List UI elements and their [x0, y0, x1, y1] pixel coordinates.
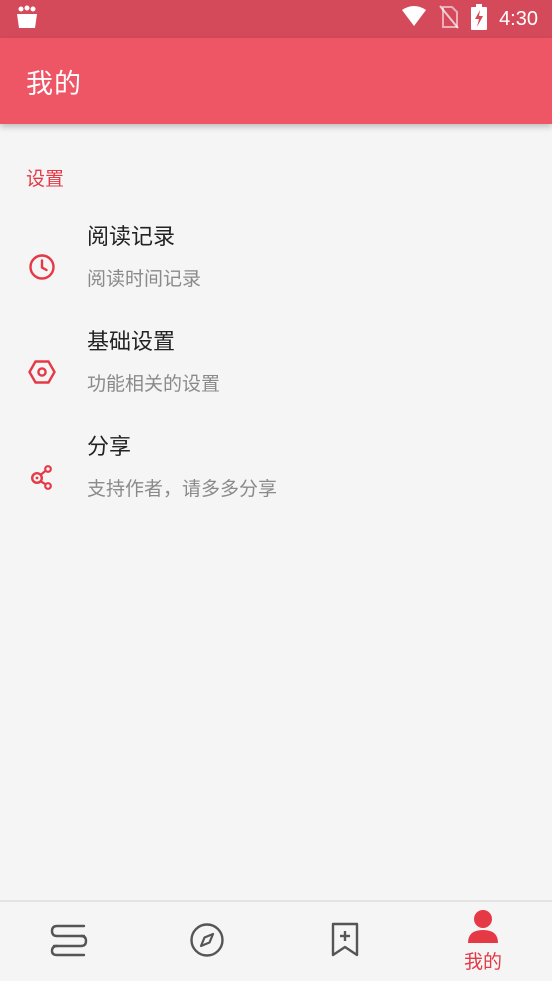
bookmark-add-icon	[330, 922, 360, 962]
status-bar: 4:30	[0, 0, 552, 38]
settings-hexagon-icon	[26, 356, 58, 388]
bookshelf-icon	[50, 923, 88, 961]
setting-item-basic-settings[interactable]: 基础设置 功能相关的设置	[0, 324, 552, 429]
status-icons: 4:30	[401, 4, 538, 34]
shopping-bag-icon	[14, 4, 40, 34]
section-header-settings: 设置	[26, 168, 65, 190]
setting-title: 分享	[87, 435, 132, 460]
nav-item-discover[interactable]	[138, 902, 276, 981]
battery-charging-icon	[471, 4, 488, 34]
nav-item-mine[interactable]: 我的	[414, 902, 552, 981]
person-icon	[466, 909, 500, 947]
nav-item-bookmarks[interactable]	[276, 902, 414, 981]
app-bar: 我的	[0, 38, 552, 124]
status-time: 4:30	[499, 7, 538, 30]
bottom-navigation: 我的	[0, 900, 552, 981]
setting-subtitle: 功能相关的设置	[87, 373, 221, 395]
compass-icon	[189, 922, 225, 962]
setting-subtitle: 支持作者，请多多分享	[87, 478, 278, 500]
settings-content: 设置 阅读记录 阅读时间记录 基础设置 功能相关的设置 分享 支持作者，请多多分…	[0, 124, 552, 900]
setting-title: 阅读记录	[87, 225, 176, 250]
nav-item-bookshelf[interactable]	[0, 902, 138, 981]
setting-item-reading-history[interactable]: 阅读记录 阅读时间记录	[0, 219, 552, 324]
clock-icon	[26, 251, 58, 283]
setting-subtitle: 阅读时间记录	[87, 268, 202, 290]
share-icon	[26, 461, 58, 493]
page-title: 我的	[26, 68, 82, 100]
wifi-icon	[401, 6, 427, 32]
setting-title: 基础设置	[87, 330, 176, 355]
no-sim-icon	[439, 5, 459, 33]
setting-item-share[interactable]: 分享 支持作者，请多多分享	[0, 429, 552, 534]
nav-label-mine: 我的	[463, 951, 502, 973]
